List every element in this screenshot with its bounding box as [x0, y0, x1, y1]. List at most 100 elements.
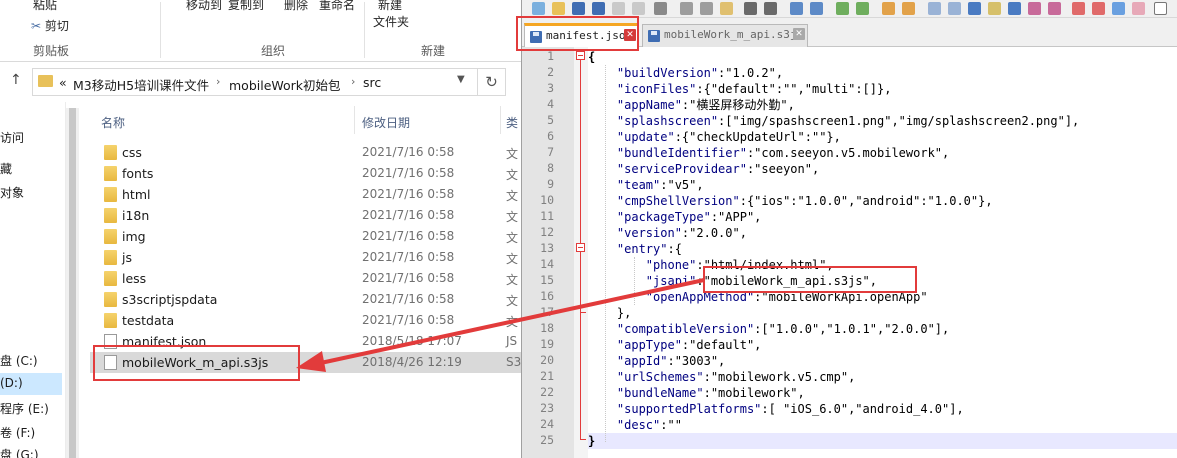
nav-item-favorites[interactable]: 藏 — [0, 160, 12, 177]
sync-vertical-icon[interactable] — [882, 2, 895, 15]
print-icon[interactable] — [654, 2, 667, 15]
move-to-button[interactable]: 移动到 — [186, 0, 222, 13]
copy-to-button[interactable]: 复制到 — [228, 0, 264, 13]
folder-workspace-icon[interactable] — [1048, 2, 1061, 15]
zoom-out-icon[interactable] — [856, 2, 869, 15]
code-line[interactable]: "update":{"checkUpdateUrl":""}, — [588, 129, 841, 145]
undo-icon[interactable] — [744, 2, 757, 15]
file-row[interactable]: img 2021/7/16 0:58 文 — [90, 226, 521, 247]
file-row[interactable]: fonts 2021/7/16 0:58 文 — [90, 163, 521, 184]
code-line[interactable]: "iconFiles":{"default":"","multi":[]}, — [588, 81, 892, 97]
close-all-icon[interactable] — [632, 2, 645, 15]
copy-icon[interactable] — [700, 2, 713, 15]
code-line[interactable]: "supportedPlatforms":[ "iOS_6.0","androi… — [588, 401, 964, 417]
file-row[interactable]: i18n 2021/7/16 0:58 文 — [90, 205, 521, 226]
close-file-icon[interactable] — [612, 2, 625, 15]
nav-item-drive-f[interactable]: 卷 (F:) — [0, 424, 35, 441]
function-list-icon[interactable] — [1028, 2, 1041, 15]
nav-item-quick-access[interactable]: 访问 — [0, 129, 24, 146]
new-item-button[interactable]: 新建 — [378, 0, 402, 13]
code-line[interactable]: "serviceProvidear":"seeyon", — [588, 161, 819, 177]
open-file-icon[interactable] — [552, 2, 565, 15]
delete-button[interactable]: 删除 — [284, 0, 308, 13]
refresh-button[interactable]: ↻ — [478, 68, 506, 96]
file-row[interactable]: s3scriptjspdata 2021/7/16 0:58 文 — [90, 289, 521, 310]
code-line[interactable]: "version":"2.0.0", — [588, 225, 747, 241]
nav-item-drive-c[interactable]: 盘 (C:) — [0, 352, 38, 369]
column-header-name[interactable]: 名称 — [101, 114, 125, 131]
code-line[interactable]: "compatibleVersion":["1.0.0","1.0.1","2.… — [588, 321, 949, 337]
indent-guide-icon[interactable] — [968, 2, 981, 15]
code-line[interactable]: } — [588, 433, 1177, 449]
paste-icon[interactable] — [720, 2, 733, 15]
column-header-type[interactable]: 类 — [506, 114, 518, 131]
chevron-right-icon[interactable]: › — [351, 75, 355, 88]
document-map-icon[interactable] — [1008, 2, 1021, 15]
tab-mobilework-api[interactable]: mobileWork_m_api.s3js ✕ — [642, 24, 808, 47]
show-all-chars-icon[interactable] — [948, 2, 961, 15]
file-row[interactable]: css 2021/7/16 0:58 文 — [90, 142, 521, 163]
user-language-icon[interactable] — [988, 2, 1001, 15]
rename-button[interactable]: 重命名 — [319, 0, 355, 13]
close-tab-icon[interactable]: ✕ — [793, 28, 805, 40]
cut-icon[interactable] — [680, 2, 693, 15]
column-header-date[interactable]: 修改日期 — [362, 114, 410, 131]
eye-icon[interactable] — [1154, 2, 1167, 15]
breadcrumb-overflow[interactable]: « — [59, 75, 67, 90]
code-line[interactable]: "urlSchemes":"mobilework.v5.cmp", — [588, 369, 855, 385]
up-arrow-icon[interactable]: ↑ — [10, 72, 22, 88]
nav-item-drive-g[interactable]: 盘 (G:) — [0, 446, 39, 458]
breadcrumb-segment[interactable]: mobileWork初始包 — [229, 75, 341, 94]
nav-scrollbar[interactable] — [66, 108, 79, 458]
file-row[interactable]: js 2021/7/16 0:58 文 — [90, 247, 521, 268]
folder-icon — [104, 187, 117, 202]
file-row[interactable]: html 2021/7/16 0:58 文 — [90, 184, 521, 205]
fold-margin[interactable] — [574, 47, 588, 458]
code-line[interactable]: }, — [588, 305, 631, 321]
word-wrap-icon[interactable] — [928, 2, 941, 15]
code-line[interactable]: "appType":"default", — [588, 337, 762, 353]
replace-icon[interactable] — [810, 2, 823, 15]
code-editor[interactable]: 1 2 3 4 5 6 7 8 9 10 11 12 13 14 15 16 17 18 19 20 21 22 23 24 2… — [522, 47, 1177, 458]
breadcrumb-segment[interactable]: src — [363, 75, 381, 90]
code-line[interactable]: "desc":"" — [588, 417, 682, 433]
macro-play-icon[interactable] — [1112, 2, 1125, 15]
save-icon[interactable] — [572, 2, 585, 15]
macro-save-icon[interactable] — [1132, 2, 1145, 15]
column-divider[interactable] — [354, 106, 355, 134]
column-divider[interactable] — [500, 106, 501, 134]
breadcrumb-segment[interactable]: M3移动H5培训课件文件 — [73, 75, 209, 94]
fold-collapse-icon[interactable] — [576, 51, 585, 60]
code-line[interactable]: "packageType":"APP", — [588, 209, 762, 225]
save-all-icon[interactable] — [592, 2, 605, 15]
macro-record-icon[interactable] — [1072, 2, 1085, 15]
redo-icon[interactable] — [764, 2, 777, 15]
code-line[interactable]: "cmpShellVersion":{"ios":"1.0.0","androi… — [588, 193, 993, 209]
find-icon[interactable] — [790, 2, 803, 15]
code-line[interactable]: "appName":"横竖屏移动外勤", — [588, 97, 795, 113]
code-line[interactable]: "bundleIdentifier":"com.seeyon.v5.mobile… — [588, 145, 949, 161]
code-line[interactable]: "appId":"3003", — [588, 353, 725, 369]
nav-item-objects[interactable]: 对象 — [0, 184, 24, 201]
new-folder-button[interactable]: 文件夹 — [373, 13, 409, 30]
chevron-down-icon[interactable]: ▼ — [457, 74, 465, 85]
fold-collapse-icon[interactable] — [576, 243, 585, 252]
paste-button[interactable]: 粘贴 — [33, 0, 57, 13]
chevron-right-icon[interactable]: › — [216, 75, 220, 88]
code-line[interactable]: "entry":{ — [588, 241, 682, 257]
macro-stop-icon[interactable] — [1092, 2, 1105, 15]
sync-horizontal-icon[interactable] — [902, 2, 915, 15]
code-line[interactable]: "splashscreen":["img/spashscreen1.png","… — [588, 113, 1079, 129]
code-line[interactable]: { — [588, 49, 595, 65]
nav-item-drive-e[interactable]: 程序 (E:) — [0, 400, 49, 417]
code-line[interactable]: "bundleName":"mobilework", — [588, 385, 805, 401]
file-row[interactable]: testdata 2021/7/16 0:58 文 — [90, 310, 521, 331]
scrollbar-thumb[interactable] — [69, 108, 76, 458]
code-line[interactable]: "buildVersion":"1.0.2", — [588, 65, 783, 81]
file-row[interactable]: less 2021/7/16 0:58 文 — [90, 268, 521, 289]
new-file-icon[interactable] — [532, 2, 545, 15]
nav-item-drive-d[interactable]: (D:) — [0, 373, 62, 395]
address-bar[interactable]: « M3移动H5培训课件文件 › mobileWork初始包 › src ▼ — [32, 68, 478, 96]
cut-button[interactable]: ✂ 剪切 — [31, 17, 69, 34]
zoom-in-icon[interactable] — [836, 2, 849, 15]
